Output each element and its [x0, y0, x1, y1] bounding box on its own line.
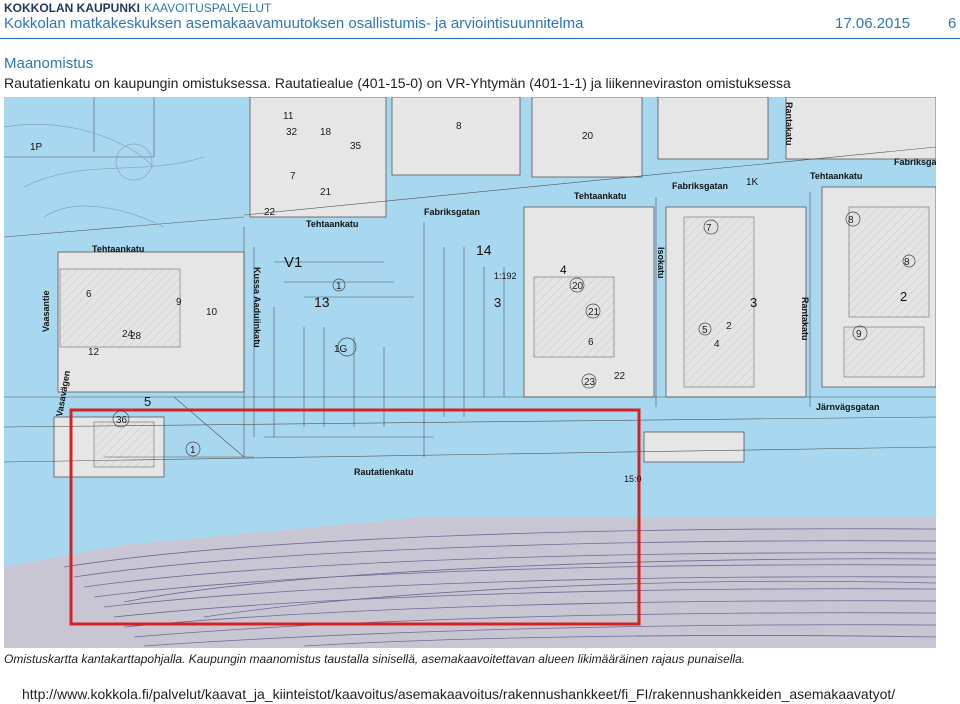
svg-text:6: 6 [588, 337, 594, 348]
section-title: Maanomistus [4, 55, 94, 72]
street-rantakatu-1: Rantakatu [784, 102, 794, 146]
street-jarnvagsgatan: Järnvägsgatan [816, 402, 880, 412]
org-name: KOKKOLAN KAUPUNKI [4, 1, 140, 15]
svg-text:7: 7 [290, 171, 296, 182]
svg-text:9: 9 [176, 297, 182, 308]
document-date: 17.06.2015 [835, 15, 911, 32]
zone-v1: V1 [284, 254, 302, 271]
street-rautatienkatu: Rautatienkatu [354, 467, 414, 477]
org-unit: KAAVOITUSPALVELUT [144, 1, 272, 15]
street-tehtaankatu-2: Tehtaankatu [306, 219, 358, 229]
street-tehtaankatu-1: Tehtaankatu [92, 244, 144, 254]
zone-3a: 3 [750, 295, 757, 310]
svg-text:9: 9 [856, 329, 862, 340]
page-number: 6 [948, 15, 957, 32]
zone-1192: 1:192 [494, 271, 517, 281]
svg-text:22: 22 [264, 207, 276, 218]
svg-text:20: 20 [582, 131, 594, 142]
svg-text:21: 21 [320, 187, 332, 198]
svg-text:36: 36 [116, 415, 128, 426]
organization-header: KOKKOLAN KAUPUNKI KAAVOITUSPALVELUT [4, 1, 271, 15]
footer-link[interactable]: http://www.kokkola.fi/palvelut/kaavat_ja… [22, 686, 895, 702]
street-rantakatu-2: Rantakatu [800, 297, 810, 341]
zone-3b: 3 [494, 295, 501, 310]
svg-text:6: 6 [86, 289, 92, 300]
svg-text:12: 12 [88, 347, 100, 358]
street-fabriksgatan-3: Fabriksgatan [894, 157, 936, 167]
zone-14: 14 [476, 242, 492, 258]
zone-1k: 1K [746, 177, 759, 188]
svg-text:22: 22 [614, 371, 626, 382]
svg-text:11: 11 [283, 111, 294, 122]
svg-text:4: 4 [714, 339, 720, 350]
svg-text:35: 35 [350, 141, 362, 152]
zone-13: 13 [314, 294, 330, 310]
svg-text:28: 28 [130, 331, 142, 342]
zone-15: 15:0 [624, 474, 642, 484]
street-tehtaankatu-4: Tehtaankatu [810, 171, 862, 181]
body-text: Rautatienkatu on kaupungin omistuksessa.… [4, 75, 791, 91]
street-isokatu: Isokatu [656, 247, 666, 279]
header-divider [0, 38, 960, 39]
svg-text:18: 18 [320, 127, 332, 138]
zone-2: 2 [900, 289, 907, 304]
street-vaasantie: Vaasantie [41, 290, 51, 332]
street-tehtaankatu-3: Tehtaankatu [574, 191, 626, 201]
zone-4: 4 [560, 263, 567, 277]
svg-text:10: 10 [206, 307, 218, 318]
zone-5: 5 [144, 394, 151, 409]
street-fabriksgatan-2: Fabriksgatan [672, 181, 728, 191]
street-fabriksgatan-1: Fabriksgatan [424, 207, 480, 217]
zone-1p: 1P [30, 142, 43, 153]
ownership-map: Tehtaankatu Tehtaankatu Tehtaankatu Teht… [4, 97, 936, 648]
map-caption: Omistuskartta kantakarttapohjalla. Kaupu… [4, 652, 746, 666]
street-kussa: Kussa Aaduiinkatu [252, 267, 262, 348]
svg-text:32: 32 [286, 127, 298, 138]
svg-text:8: 8 [456, 121, 462, 132]
svg-text:2: 2 [726, 321, 732, 332]
document-title: Kokkolan matkakeskuksen asemakaavamuutok… [4, 15, 584, 32]
svg-text:1: 1 [190, 445, 196, 456]
